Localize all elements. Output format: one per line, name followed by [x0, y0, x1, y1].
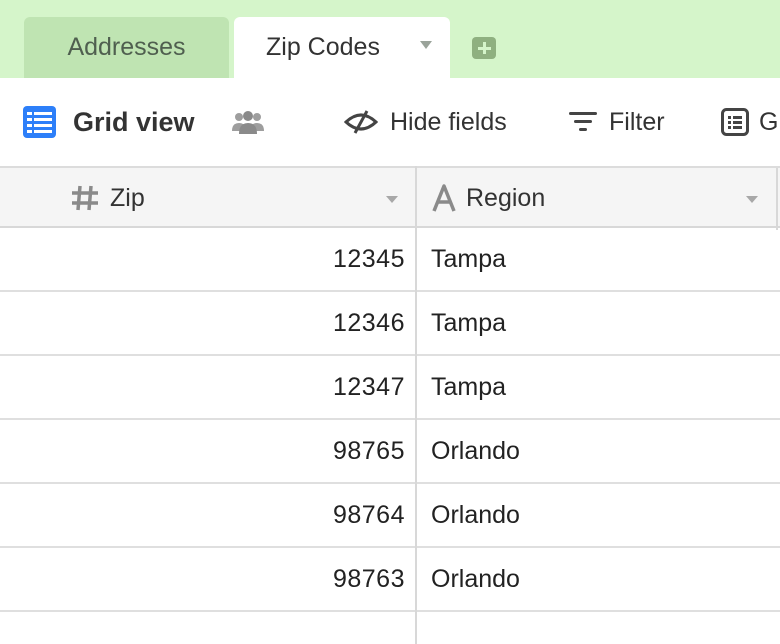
hide-fields-button[interactable]: Hide fields	[344, 78, 507, 166]
region-cell[interactable]: Tampa	[431, 292, 506, 354]
column-header-region[interactable]: Region	[432, 168, 545, 228]
tab-label: Addresses	[67, 33, 186, 61]
text-icon	[432, 184, 456, 212]
zip-cell[interactable]: 98763	[0, 548, 405, 610]
column-name: Region	[466, 183, 546, 212]
eye-slash-icon	[344, 110, 378, 134]
column-divider	[776, 168, 778, 230]
zip-cell[interactable]: 12345	[0, 228, 405, 290]
group-icon	[721, 108, 749, 136]
chevron-down-icon[interactable]	[420, 41, 432, 49]
data-grid: Zip Region 12345 Tampa 12346 Tampa 12347 Tamp…	[0, 166, 780, 644]
zip-cell[interactable]: 12346	[0, 292, 405, 354]
region-cell[interactable]: Orlando	[431, 420, 520, 482]
grid-view-icon	[23, 106, 56, 138]
chevron-down-icon[interactable]	[386, 196, 398, 203]
tab-label: Zip Codes	[266, 33, 380, 61]
table-row[interactable]: 12345 Tampa	[0, 228, 780, 292]
table-row[interactable]: 12347 Tampa	[0, 356, 780, 420]
add-tab-icon[interactable]	[472, 37, 496, 59]
collaborators-button[interactable]	[231, 78, 265, 166]
table-row[interactable]: 98764 Orlando	[0, 484, 780, 548]
column-header-row: Zip Region	[0, 166, 780, 230]
column-header-zip[interactable]: Zip	[70, 168, 145, 228]
tab-addresses[interactable]: Addresses	[24, 17, 229, 78]
group-button[interactable]: G	[721, 78, 778, 166]
tab-zip-codes[interactable]: Zip Codes	[234, 17, 450, 78]
filter-button[interactable]: Filter	[569, 78, 665, 166]
view-toolbar: Grid view Hide fields Filter G	[0, 78, 780, 166]
region-cell[interactable]: Tampa	[431, 356, 506, 418]
region-cell[interactable]: Orlando	[431, 484, 520, 546]
filter-label: Filter	[609, 107, 665, 136]
view-name: Grid view	[73, 106, 195, 137]
table-row[interactable]: 98765 Orlando	[0, 420, 780, 484]
column-divider	[415, 166, 417, 644]
zip-cell[interactable]: 12347	[0, 356, 405, 418]
people-icon	[232, 111, 264, 134]
view-switcher-button[interactable]: Grid view	[23, 78, 195, 166]
hide-fields-label: Hide fields	[390, 107, 507, 136]
number-icon	[72, 185, 98, 211]
filter-icon	[569, 112, 597, 131]
tab-bar: Addresses Zip Codes	[0, 0, 780, 78]
table-row[interactable]: 98763 Orlando	[0, 548, 780, 612]
zip-cell[interactable]: 98765	[0, 420, 405, 482]
column-name: Zip	[110, 183, 145, 212]
chevron-down-icon[interactable]	[746, 196, 758, 203]
zip-cell[interactable]: 98764	[0, 484, 405, 546]
region-cell[interactable]: Tampa	[431, 228, 506, 290]
group-label: G	[759, 107, 779, 136]
table-row[interactable]: 12346 Tampa	[0, 292, 780, 356]
region-cell[interactable]: Orlando	[431, 548, 520, 610]
